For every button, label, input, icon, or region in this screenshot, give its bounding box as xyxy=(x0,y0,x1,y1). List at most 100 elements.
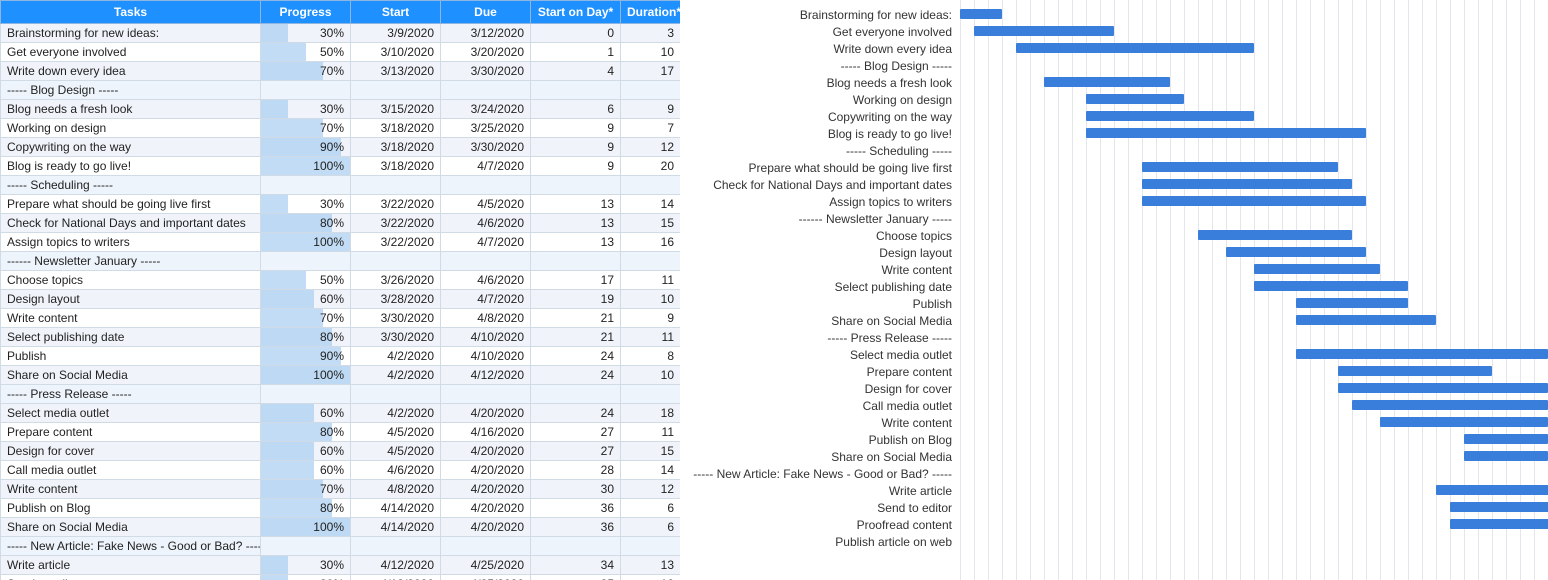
cell-duration[interactable]: 12 xyxy=(621,575,681,580)
table-row[interactable]: Prepare what should be going live first3… xyxy=(1,195,681,214)
cell-due[interactable]: 3/24/2020 xyxy=(441,100,531,119)
col-tasks[interactable]: Tasks xyxy=(1,1,261,24)
cell-duration[interactable]: 9 xyxy=(621,100,681,119)
cell-startDay[interactable]: 24 xyxy=(531,404,621,423)
cell-due[interactable]: 4/25/2020 xyxy=(441,575,531,580)
table-row[interactable]: Get everyone involved50%3/10/20203/20/20… xyxy=(1,43,681,62)
cell-startDay[interactable]: 9 xyxy=(531,119,621,138)
table-row[interactable]: Write content70%3/30/20204/8/2020219 xyxy=(1,309,681,328)
cell-due[interactable]: 4/6/2020 xyxy=(441,214,531,233)
col-duration[interactable]: Duration* xyxy=(621,1,681,24)
cell-due[interactable]: 4/7/2020 xyxy=(441,157,531,176)
cell-duration[interactable]: 8 xyxy=(621,347,681,366)
table-row[interactable]: Copywriting on the way90%3/18/20203/30/2… xyxy=(1,138,681,157)
cell-start[interactable]: 3/30/2020 xyxy=(351,328,441,347)
cell-start[interactable]: 3/18/2020 xyxy=(351,157,441,176)
cell-duration[interactable]: 11 xyxy=(621,328,681,347)
progress-cell[interactable]: 30% xyxy=(261,24,351,43)
cell-start[interactable]: 3/15/2020 xyxy=(351,100,441,119)
task-name[interactable]: Blog needs a fresh look xyxy=(1,100,261,119)
cell-startDay[interactable]: 6 xyxy=(531,100,621,119)
cell-due[interactable]: 3/20/2020 xyxy=(441,43,531,62)
cell-due[interactable]: 4/5/2020 xyxy=(441,195,531,214)
cell-start[interactable]: 3/10/2020 xyxy=(351,43,441,62)
task-name[interactable]: Send to editor xyxy=(1,575,261,580)
task-name[interactable]: Assign topics to writers xyxy=(1,233,261,252)
table-row[interactable]: Write article30%4/12/20204/25/20203413 xyxy=(1,556,681,575)
cell-duration[interactable]: 14 xyxy=(621,461,681,480)
progress-cell[interactable]: 70% xyxy=(261,480,351,499)
cell-duration[interactable]: 10 xyxy=(621,43,681,62)
cell-due[interactable]: 4/20/2020 xyxy=(441,404,531,423)
progress-cell[interactable]: 100% xyxy=(261,518,351,537)
cell-duration[interactable]: 15 xyxy=(621,442,681,461)
task-name[interactable]: Get everyone involved xyxy=(1,43,261,62)
table-row[interactable]: Write down every idea70%3/13/20203/30/20… xyxy=(1,62,681,81)
cell-duration[interactable]: 12 xyxy=(621,480,681,499)
task-name[interactable]: Write content xyxy=(1,480,261,499)
gantt-bar[interactable] xyxy=(1352,400,1548,410)
table-row[interactable]: Design layout60%3/28/20204/7/20201910 xyxy=(1,290,681,309)
gantt-bar[interactable] xyxy=(1198,230,1352,240)
table-row[interactable]: Write content70%4/8/20204/20/20203012 xyxy=(1,480,681,499)
progress-cell[interactable]: 80% xyxy=(261,214,351,233)
cell-startDay[interactable]: 30 xyxy=(531,480,621,499)
cell-start[interactable]: 3/22/2020 xyxy=(351,195,441,214)
task-name[interactable]: Publish on Blog xyxy=(1,499,261,518)
cell-startDay[interactable]: 13 xyxy=(531,233,621,252)
task-name[interactable]: Design for cover xyxy=(1,442,261,461)
cell-due[interactable]: 4/20/2020 xyxy=(441,442,531,461)
cell-start[interactable]: 4/5/2020 xyxy=(351,442,441,461)
cell-startDay[interactable]: 21 xyxy=(531,309,621,328)
table-row[interactable]: Share on Social Media100%4/14/20204/20/2… xyxy=(1,518,681,537)
cell-start[interactable]: 3/22/2020 xyxy=(351,214,441,233)
gantt-bar[interactable] xyxy=(1436,485,1548,495)
cell-start[interactable]: 3/28/2020 xyxy=(351,290,441,309)
gantt-bar[interactable] xyxy=(1450,502,1548,512)
gantt-bar[interactable] xyxy=(1338,383,1548,393)
progress-cell[interactable]: 30% xyxy=(261,575,351,580)
task-name[interactable]: Share on Social Media xyxy=(1,518,261,537)
cell-startDay[interactable]: 35 xyxy=(531,575,621,580)
cell-due[interactable]: 4/16/2020 xyxy=(441,423,531,442)
task-name[interactable]: Write article xyxy=(1,556,261,575)
table-row[interactable]: Share on Social Media100%4/2/20204/12/20… xyxy=(1,366,681,385)
gantt-bar[interactable] xyxy=(1142,162,1338,172)
cell-due[interactable]: 4/6/2020 xyxy=(441,271,531,290)
cell-start[interactable]: 3/18/2020 xyxy=(351,138,441,157)
cell-start[interactable]: 3/13/2020 xyxy=(351,62,441,81)
table-row[interactable]: Check for National Days and important da… xyxy=(1,214,681,233)
task-name[interactable]: Write down every idea xyxy=(1,62,261,81)
cell-startDay[interactable]: 34 xyxy=(531,556,621,575)
cell-duration[interactable]: 6 xyxy=(621,499,681,518)
cell-startDay[interactable]: 28 xyxy=(531,461,621,480)
cell-startDay[interactable]: 19 xyxy=(531,290,621,309)
progress-cell[interactable]: 50% xyxy=(261,271,351,290)
cell-startDay[interactable]: 21 xyxy=(531,328,621,347)
table-row[interactable]: Brainstorming for new ideas:30%3/9/20203… xyxy=(1,24,681,43)
progress-cell[interactable]: 50% xyxy=(261,43,351,62)
cell-start[interactable]: 4/6/2020 xyxy=(351,461,441,480)
cell-due[interactable]: 4/25/2020 xyxy=(441,556,531,575)
task-name[interactable]: Select publishing date xyxy=(1,328,261,347)
task-name[interactable]: Copywriting on the way xyxy=(1,138,261,157)
cell-due[interactable]: 4/12/2020 xyxy=(441,366,531,385)
progress-cell[interactable]: 70% xyxy=(261,119,351,138)
cell-due[interactable]: 4/8/2020 xyxy=(441,309,531,328)
progress-cell[interactable]: 70% xyxy=(261,309,351,328)
table-row[interactable]: Publish90%4/2/20204/10/2020248 xyxy=(1,347,681,366)
gantt-bar[interactable] xyxy=(1296,298,1408,308)
gantt-bar[interactable] xyxy=(1296,349,1548,359)
gantt-bar[interactable] xyxy=(1254,281,1408,291)
progress-cell[interactable]: 60% xyxy=(261,442,351,461)
progress-cell[interactable]: 60% xyxy=(261,290,351,309)
task-name[interactable]: Working on design xyxy=(1,119,261,138)
cell-start[interactable]: 3/26/2020 xyxy=(351,271,441,290)
gantt-bar[interactable] xyxy=(960,9,1002,19)
task-name[interactable]: Write content xyxy=(1,309,261,328)
cell-start[interactable]: 4/2/2020 xyxy=(351,347,441,366)
cell-duration[interactable]: 16 xyxy=(621,233,681,252)
table-row[interactable]: Design for cover60%4/5/20204/20/20202715 xyxy=(1,442,681,461)
progress-cell[interactable]: 100% xyxy=(261,233,351,252)
table-row[interactable]: Blog needs a fresh look30%3/15/20203/24/… xyxy=(1,100,681,119)
